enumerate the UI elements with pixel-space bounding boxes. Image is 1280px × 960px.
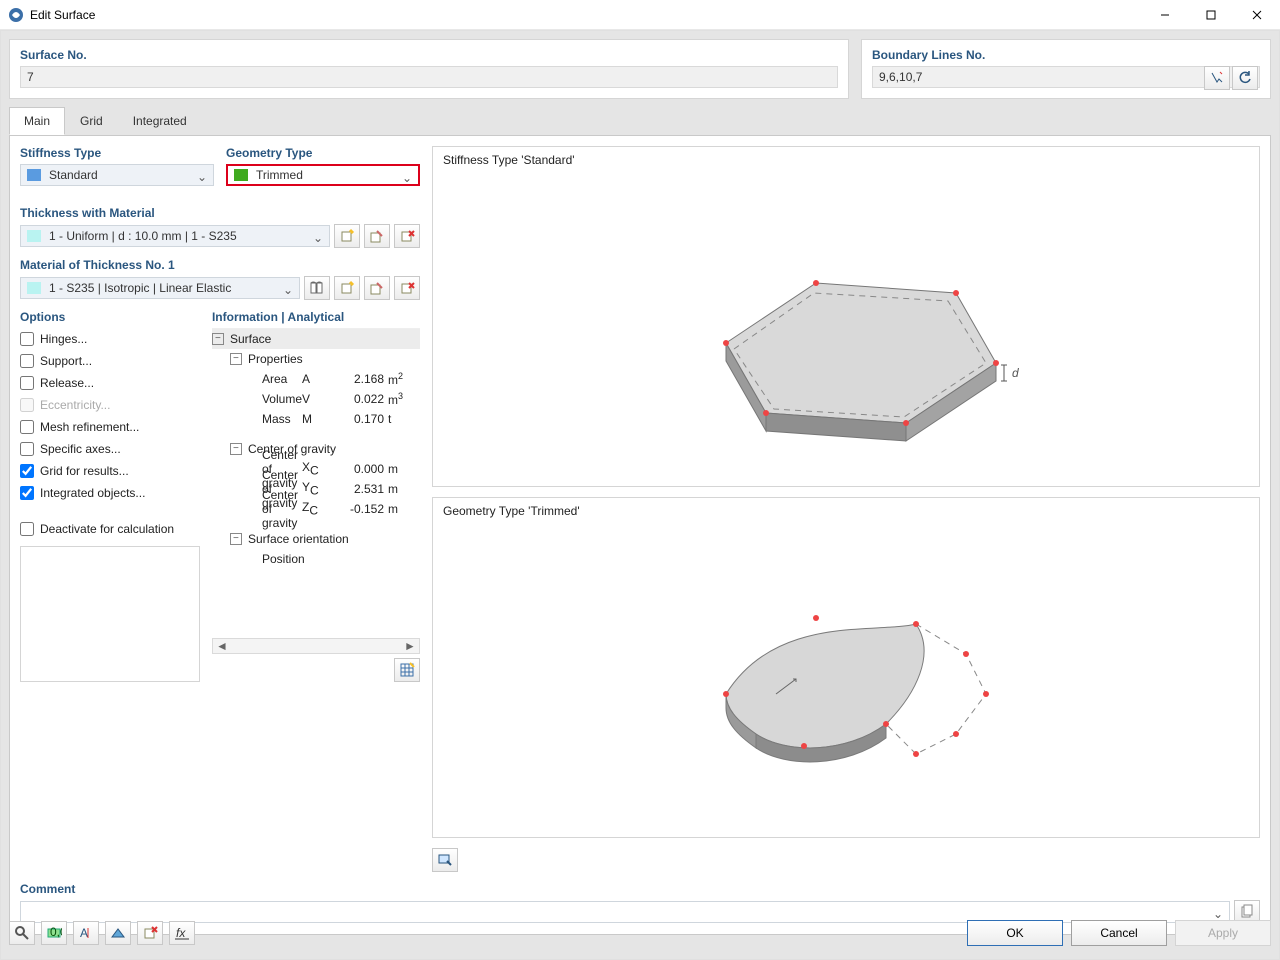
thickness-value: 1 - Uniform | d : 10.0 mm | 1 - S235 — [49, 229, 237, 243]
geometry-type-select[interactable]: Trimmed ⌄ — [226, 164, 420, 186]
chevron-down-icon: ⌄ — [402, 171, 412, 185]
horizontal-scrollbar[interactable]: ◄ ► — [212, 638, 420, 654]
stiffness-type-select[interactable]: Standard ⌄ — [20, 164, 214, 186]
material-label: Material of Thickness No. 1 — [20, 258, 420, 272]
chevron-down-icon: ⌄ — [283, 283, 293, 297]
pick-lines-button[interactable] — [1204, 66, 1230, 90]
material-library-button[interactable] — [304, 276, 330, 300]
minimize-button[interactable] — [1142, 0, 1188, 30]
stiffness-color-swatch — [27, 169, 41, 181]
window-title: Edit Surface — [30, 8, 1142, 22]
option-mesh-refinement[interactable]: Mesh refinement... — [20, 420, 200, 434]
option-deactivate[interactable]: Deactivate for calculation — [20, 522, 200, 536]
svg-text:0,00: 0,00 — [50, 925, 62, 939]
comment-label: Comment — [20, 882, 1260, 896]
ok-button[interactable]: OK — [967, 920, 1063, 946]
material-delete-button[interactable] — [394, 276, 420, 300]
geometry-type-label: Geometry Type — [226, 146, 420, 160]
svg-text:d: d — [1012, 366, 1019, 380]
close-button[interactable] — [1234, 0, 1280, 30]
option-eccentricity: Eccentricity... — [20, 398, 200, 412]
chevron-down-icon: ⌄ — [197, 170, 207, 184]
undo-boundary-button[interactable] — [1232, 66, 1258, 90]
scroll-right-icon[interactable]: ► — [403, 639, 417, 653]
tabstrip: Main Grid Integrated — [9, 107, 1271, 136]
delete-tool-button[interactable] — [137, 921, 163, 945]
surface-no-input[interactable] — [20, 66, 838, 88]
collapse-icon[interactable]: − — [230, 533, 242, 545]
stiffness-preview: Stiffness Type 'Standard' d — [432, 146, 1260, 487]
geometry-preview-title: Geometry Type 'Trimmed' — [443, 504, 1249, 518]
boundary-input[interactable] — [872, 66, 1260, 88]
options-list: Hinges... Support... Release... Eccentri… — [20, 328, 200, 536]
titlebar: Edit Surface — [0, 0, 1280, 30]
thickness-color-swatch — [27, 230, 41, 242]
help-button[interactable] — [9, 921, 35, 945]
option-grid-results[interactable]: Grid for results... — [20, 464, 200, 478]
stiffness-preview-title: Stiffness Type 'Standard' — [443, 153, 1249, 167]
material-color-swatch — [27, 282, 41, 294]
info-tree: −Surface −Properties AreaA2.168m2 Volume… — [212, 329, 420, 569]
option-support[interactable]: Support... — [20, 354, 200, 368]
material-value: 1 - S235 | Isotropic | Linear Elastic — [49, 281, 231, 295]
geometry-type-value: Trimmed — [256, 168, 303, 182]
thickness-label: Thickness with Material — [20, 206, 420, 220]
maximize-button[interactable] — [1188, 0, 1234, 30]
material-edit-button[interactable] — [364, 276, 390, 300]
stiffness-type-value: Standard — [49, 168, 98, 182]
tab-integrated[interactable]: Integrated — [118, 107, 202, 135]
svg-text:fx: fx — [176, 926, 186, 940]
thickness-delete-button[interactable] — [394, 224, 420, 248]
view-button[interactable] — [105, 921, 131, 945]
units-button[interactable]: 0,00 — [41, 921, 67, 945]
collapse-icon[interactable]: − — [212, 333, 224, 345]
material-new-button[interactable] — [334, 276, 360, 300]
cancel-button[interactable]: Cancel — [1071, 920, 1167, 946]
thickness-edit-button[interactable] — [364, 224, 390, 248]
tab-main[interactable]: Main — [9, 107, 65, 135]
info-label: Information | Analytical — [212, 310, 420, 324]
geometry-color-swatch — [234, 169, 248, 181]
preview-tool-button[interactable] — [432, 848, 458, 872]
app-icon — [8, 7, 24, 23]
option-integrated-objects[interactable]: Integrated objects... — [20, 486, 200, 500]
surface-no-panel: Surface No. — [9, 39, 849, 99]
material-select[interactable]: 1 - S235 | Isotropic | Linear Elastic ⌄ — [20, 277, 300, 299]
text-tool-button[interactable]: A — [73, 921, 99, 945]
scroll-left-icon[interactable]: ◄ — [215, 639, 229, 653]
tab-grid[interactable]: Grid — [65, 107, 118, 135]
option-release[interactable]: Release... — [20, 376, 200, 390]
options-label: Options — [20, 310, 200, 324]
boundary-panel: Boundary Lines No. — [861, 39, 1271, 99]
option-hinges[interactable]: Hinges... — [20, 332, 200, 346]
left-spacer-panel — [20, 546, 200, 682]
chevron-down-icon: ⌄ — [313, 231, 323, 245]
option-specific-axes[interactable]: Specific axes... — [20, 442, 200, 456]
surface-no-label: Surface No. — [20, 48, 838, 62]
collapse-icon[interactable]: − — [230, 353, 242, 365]
thickness-select[interactable]: 1 - Uniform | d : 10.0 mm | 1 - S235 ⌄ — [20, 225, 330, 247]
svg-text:A: A — [80, 926, 88, 940]
collapse-icon[interactable]: − — [230, 443, 242, 455]
stiffness-type-label: Stiffness Type — [20, 146, 214, 160]
boundary-label: Boundary Lines No. — [872, 48, 1260, 62]
geometry-preview: Geometry Type 'Trimmed' — [432, 497, 1260, 838]
thickness-new-button[interactable] — [334, 224, 360, 248]
info-grid-button[interactable] — [394, 658, 420, 682]
apply-button: Apply — [1175, 920, 1271, 946]
function-button[interactable]: fx — [169, 921, 195, 945]
